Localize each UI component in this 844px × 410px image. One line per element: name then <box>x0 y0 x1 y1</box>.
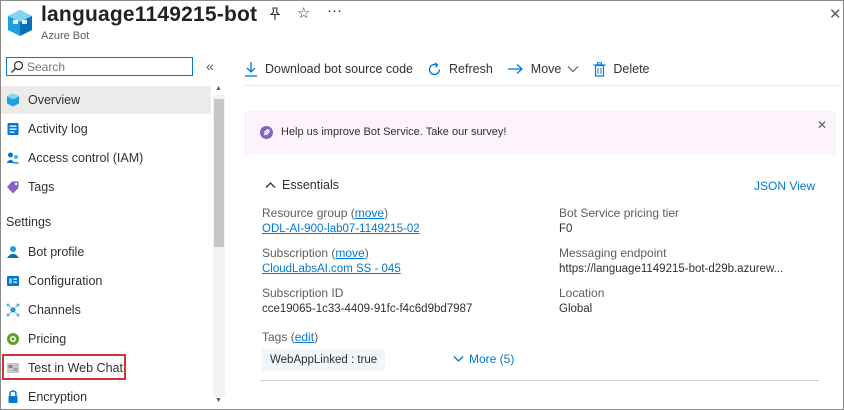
essentials-heading: Essentials <box>282 178 339 192</box>
messaging-endpoint-value: https://language1149215-bot-d29b.azurew.… <box>559 263 784 275</box>
subscription-id-value: cce19065-1c33-4409-91fc-f4c6d9bd7987 <box>262 303 473 315</box>
collapse-menu-icon[interactable]: « <box>206 58 214 74</box>
trash-icon <box>593 61 606 77</box>
download-label: Download bot source code <box>265 62 414 76</box>
refresh-label: Refresh <box>449 62 493 76</box>
pin-icon[interactable] <box>268 7 282 21</box>
menu-search-box[interactable] <box>6 57 193 76</box>
bot-profile-icon <box>7 246 19 258</box>
move-button[interactable]: Move <box>507 62 580 76</box>
page-title: language1149215-bot <box>41 3 258 26</box>
more-tags-label: More (5) <box>469 352 515 366</box>
move-subscription-link[interactable]: move <box>335 246 364 260</box>
move-resource-group-link[interactable]: move <box>355 206 384 220</box>
edit-tags-link[interactable]: edit <box>295 330 314 344</box>
move-label: Move <box>530 62 562 76</box>
refresh-button[interactable]: Refresh <box>427 61 493 77</box>
favorite-star-icon[interactable]: ☆ <box>297 4 310 22</box>
nav-label: Bot profile <box>28 245 85 259</box>
resource-header: language1149215-bot Azure Bot ☆ ··· ✕ <box>1 1 843 49</box>
dismiss-banner-icon[interactable]: ✕ <box>817 118 827 132</box>
pricing-tier-value: F0 <box>559 223 573 235</box>
tags-label: Tags (edit) <box>262 330 319 344</box>
people-icon <box>6 152 20 164</box>
azure-bot-icon <box>8 10 32 36</box>
nav-label: Tags <box>28 180 55 194</box>
lock-icon <box>8 390 18 403</box>
command-bar: Download bot source code Refresh Move De… <box>244 59 664 79</box>
nav-item-configuration[interactable]: Configuration <box>1 267 211 295</box>
tag-icon <box>7 181 19 194</box>
resource-group-label-text: Resource group <box>262 206 348 220</box>
nav-label: Encryption <box>28 390 88 404</box>
more-options-icon[interactable]: ··· <box>327 2 342 19</box>
close-blade-icon[interactable]: ✕ <box>829 5 842 23</box>
download-icon <box>245 62 257 77</box>
search-icon <box>11 60 24 73</box>
scroll-up-arrow-icon[interactable]: ▲ <box>215 85 222 92</box>
subscription-label-text: Subscription <box>262 246 329 260</box>
delete-button[interactable]: Delete <box>593 61 650 77</box>
search-input[interactable] <box>24 59 177 74</box>
tag-chip: WebAppLinked : true <box>262 349 386 371</box>
highlight-box-test-in-web-chat <box>2 354 126 380</box>
azure-portal-window: language1149215-bot Azure Bot ☆ ··· ✕ « … <box>0 0 844 410</box>
delete-label: Delete <box>613 62 650 76</box>
pricing-icon <box>7 333 19 345</box>
location-value: Global <box>559 303 593 315</box>
activity-log-icon <box>7 123 19 135</box>
pricing-tier-label: Bot Service pricing tier <box>559 206 680 220</box>
survey-banner: Help us improve Bot Service. Take our su… <box>244 111 836 154</box>
nav-item-channels[interactable]: Channels <box>1 296 211 324</box>
resource-menu: « Overview Activity log <box>1 49 227 409</box>
nav-label: Pricing <box>28 332 67 346</box>
nav-item-encryption[interactable]: Encryption <box>1 383 211 409</box>
channels-icon <box>6 303 20 317</box>
nav-label: Overview <box>28 93 81 107</box>
toolbar-divider <box>244 85 842 86</box>
essentials-toggle[interactable]: Essentials <box>265 178 339 192</box>
section-header-settings: Settings <box>6 215 52 229</box>
nav-item-pricing[interactable]: Pricing <box>1 325 211 353</box>
chevron-up-icon <box>265 182 276 188</box>
json-view-link[interactable]: JSON View <box>754 179 815 193</box>
nav-item-bot-profile[interactable]: Bot profile <box>1 238 211 266</box>
scrollbar-thumb[interactable] <box>214 99 224 247</box>
chevron-down-icon <box>567 66 579 73</box>
scroll-down-arrow-icon[interactable]: ▼ <box>215 397 222 404</box>
nav-item-overview[interactable]: Overview <box>1 86 211 114</box>
refresh-icon <box>428 61 441 75</box>
subscription-label: Subscription (move) <box>262 246 369 260</box>
rocket-icon <box>260 126 273 139</box>
chevron-down-icon <box>453 356 464 362</box>
subscription-id-label: Subscription ID <box>262 286 344 300</box>
resource-type-label: Azure Bot <box>41 30 90 42</box>
nav-item-activity-log[interactable]: Activity log <box>1 115 211 143</box>
nav-label: Access control (IAM) <box>28 151 144 165</box>
bot-cube-icon <box>7 93 19 107</box>
resource-group-value[interactable]: ODL-AI-900-lab07-1149215-02 <box>262 223 420 235</box>
more-tags-link[interactable]: More (5) <box>453 352 514 366</box>
nav-label: Channels <box>28 303 81 317</box>
menu-scrollbar[interactable]: ▲ ▼ <box>213 85 225 407</box>
nav-item-access-control[interactable]: Access control (IAM) <box>1 144 211 172</box>
survey-message[interactable]: Help us improve Bot Service. Take our su… <box>281 126 506 138</box>
essentials-divider <box>260 380 819 381</box>
messaging-endpoint-label: Messaging endpoint <box>559 246 667 260</box>
subscription-value[interactable]: CloudLabsAI.com SS - 045 <box>262 263 401 275</box>
nav-item-tags[interactable]: Tags <box>1 173 211 201</box>
location-label: Location <box>559 286 605 300</box>
nav-label: Configuration <box>28 274 103 288</box>
download-bot-source-button[interactable]: Download bot source code <box>244 61 413 77</box>
nav-label: Activity log <box>28 122 88 136</box>
configuration-icon <box>7 276 19 286</box>
resource-group-label: Resource group (move) <box>262 206 389 220</box>
move-arrow-icon <box>507 64 523 74</box>
tags-label-text: Tags <box>262 330 288 344</box>
